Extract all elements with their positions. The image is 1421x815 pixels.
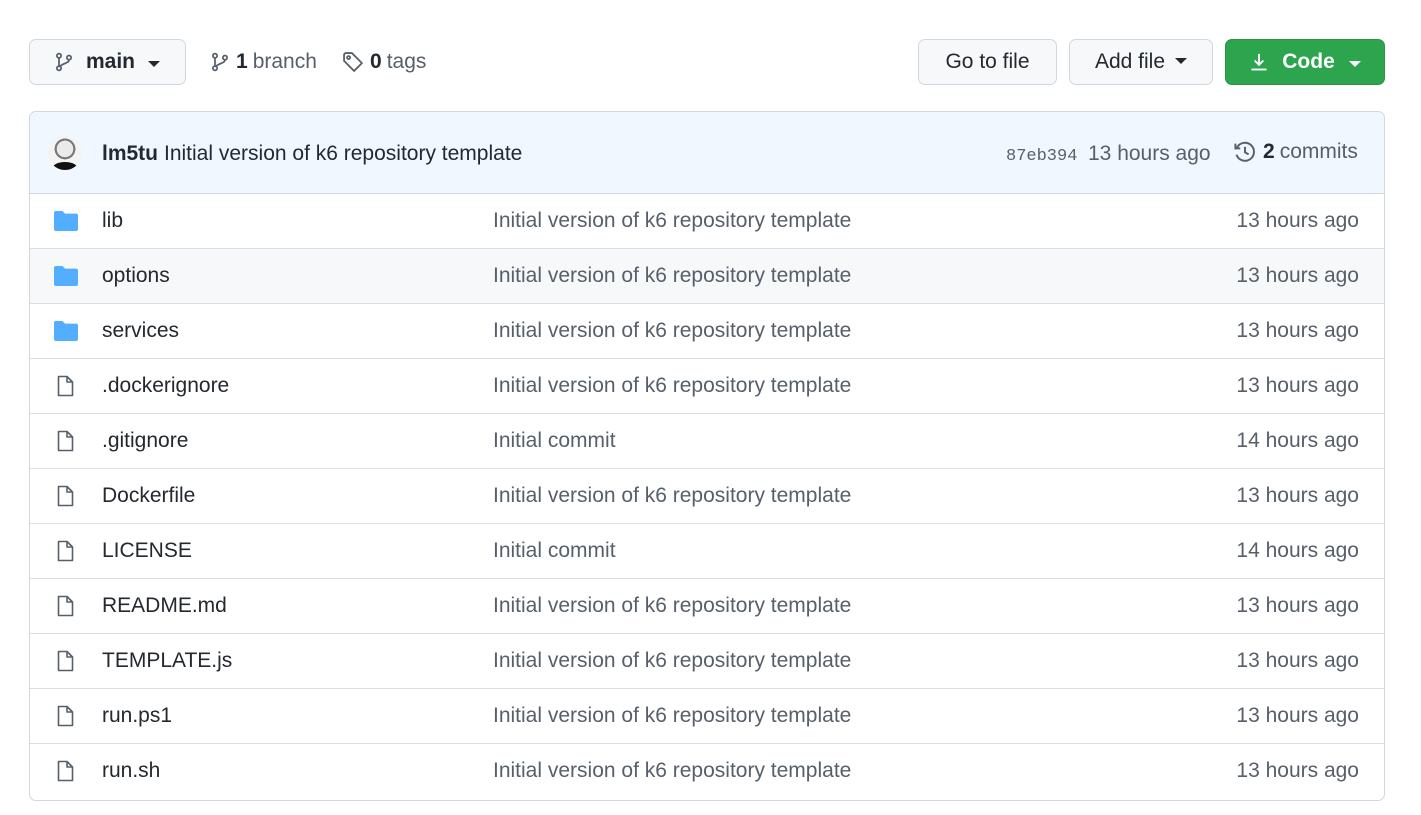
file-commit-message-link[interactable]: Initial version of k6 repository templat… <box>493 649 851 673</box>
branches-count: 1 <box>236 50 248 73</box>
branches-link[interactable]: 1 branch <box>210 39 317 85</box>
file-icon <box>53 430 79 452</box>
file-name-link[interactable]: lib <box>102 209 123 233</box>
file-row[interactable]: run.sh Initial version of k6 repository t… <box>30 744 1384 799</box>
file-commit-message-link[interactable]: Initial version of k6 repository templat… <box>493 264 851 288</box>
file-commit-age: 13 hours ago <box>1236 319 1359 342</box>
file-commit-message-link[interactable]: Initial version of k6 repository templat… <box>493 759 851 783</box>
file-row[interactable]: run.ps1 Initial version of k6 repository … <box>30 689 1384 744</box>
file-row[interactable]: services Initial version of k6 repository… <box>30 304 1384 359</box>
file-commit-age: 13 hours ago <box>1236 759 1359 782</box>
file-icon <box>53 760 79 782</box>
file-commit-message-link[interactable]: Initial commit <box>493 539 616 563</box>
file-commit-message-link[interactable]: Initial version of k6 repository templat… <box>493 704 851 728</box>
file-commit-age: 13 hours ago <box>1236 594 1359 617</box>
file-commit-message-link[interactable]: Initial version of k6 repository templat… <box>493 319 851 343</box>
file-commit-message-link[interactable]: Initial version of k6 repository templat… <box>493 209 851 233</box>
repo-file-browser: main 1 branch 0 tags Go to file Add file… <box>0 0 1421 815</box>
commit-message-link[interactable]: Initial version of k6 repository templat… <box>164 142 522 166</box>
file-list-box: lm5tu Initial version of k6 repository t… <box>29 111 1385 801</box>
chevron-down-icon <box>148 60 161 67</box>
file-name-link[interactable]: LICENSE <box>102 539 192 563</box>
commits-label: commits <box>1279 140 1358 163</box>
add-file-button[interactable]: Add file <box>1069 39 1213 85</box>
file-row[interactable]: Dockerfile Initial version of k6 reposito… <box>30 469 1384 524</box>
file-name-link[interactable]: run.ps1 <box>102 704 172 728</box>
branch-select-button[interactable]: main <box>29 39 186 85</box>
file-row[interactable]: README.md Initial version of k6 repositor… <box>30 579 1384 634</box>
chevron-down-icon <box>1348 60 1361 67</box>
avatar-shirt <box>52 162 78 170</box>
commit-author-link[interactable]: lm5tu <box>102 142 158 166</box>
file-name-link[interactable]: .dockerignore <box>102 374 229 398</box>
avatar[interactable] <box>48 136 82 170</box>
download-icon <box>1251 53 1267 71</box>
file-icon <box>53 540 79 562</box>
file-row[interactable]: LICENSE Initial commit 14 hours ago <box>30 524 1384 579</box>
git-branch-icon <box>211 52 229 72</box>
file-commit-age: 13 hours ago <box>1236 649 1359 672</box>
file-commit-age: 14 hours ago <box>1236 539 1359 562</box>
file-commit-age: 13 hours ago <box>1236 264 1359 287</box>
file-row[interactable]: options Initial version of k6 repository … <box>30 249 1384 304</box>
file-row[interactable]: lib Initial version of k6 repository temp… <box>30 194 1384 249</box>
file-commit-age: 13 hours ago <box>1236 704 1359 727</box>
latest-commit-bar: lm5tu Initial version of k6 repository t… <box>30 112 1384 194</box>
folder-icon <box>53 210 79 232</box>
file-name-link[interactable]: run.sh <box>102 759 160 783</box>
file-commit-age: 14 hours ago <box>1236 429 1359 452</box>
file-row[interactable]: .gitignore Initial commit 14 hours ago <box>30 414 1384 469</box>
commits-history-link[interactable]: 2 commits <box>1233 140 1358 164</box>
tags-link[interactable]: 0 tags <box>342 39 426 85</box>
code-label: Code <box>1282 50 1335 73</box>
file-commit-message-link[interactable]: Initial version of k6 repository templat… <box>493 594 851 618</box>
folder-icon <box>53 320 79 342</box>
git-branch-icon <box>55 52 73 72</box>
file-icon <box>53 485 79 507</box>
file-commit-age: 13 hours ago <box>1236 484 1359 507</box>
file-icon <box>53 705 79 727</box>
tags-count: 0 <box>370 50 382 73</box>
file-commit-message-link[interactable]: Initial commit <box>493 429 616 453</box>
commit-time: 13 hours ago <box>1088 142 1211 165</box>
file-commit-message-link[interactable]: Initial version of k6 repository templat… <box>493 484 851 508</box>
branch-label: main <box>86 50 136 73</box>
file-icon <box>53 375 79 397</box>
repo-toolbar: main 1 branch 0 tags Go to file Add file… <box>29 39 1385 87</box>
file-name-link[interactable]: .gitignore <box>102 429 188 453</box>
file-rows: lib Initial version of k6 repository temp… <box>30 194 1384 799</box>
chevron-down-icon <box>1175 58 1188 64</box>
file-name-link[interactable]: services <box>102 319 179 343</box>
file-name-link[interactable]: options <box>102 264 170 288</box>
file-icon <box>53 650 79 672</box>
go-to-file-button[interactable]: Go to file <box>918 39 1057 85</box>
file-commit-age: 13 hours ago <box>1236 209 1359 232</box>
folder-icon <box>53 265 79 287</box>
commits-count: 2 <box>1263 140 1275 163</box>
file-row[interactable]: .dockerignore Initial version of k6 repos… <box>30 359 1384 414</box>
file-row[interactable]: TEMPLATE.js Initial version of k6 reposit… <box>30 634 1384 689</box>
file-name-link[interactable]: Dockerfile <box>102 484 195 508</box>
file-icon <box>53 595 79 617</box>
file-name-link[interactable]: README.md <box>102 594 227 618</box>
file-name-link[interactable]: TEMPLATE.js <box>102 649 232 673</box>
add-file-label: Add file <box>1094 50 1166 73</box>
history-icon <box>1234 141 1255 162</box>
tags-label: tags <box>386 50 427 73</box>
tag-icon <box>343 52 363 72</box>
branches-label: branch <box>252 50 317 73</box>
file-commit-message-link[interactable]: Initial version of k6 repository templat… <box>493 374 851 398</box>
file-commit-age: 13 hours ago <box>1236 374 1359 397</box>
code-button[interactable]: Code <box>1225 39 1385 85</box>
commit-sha-link[interactable]: 87eb394 <box>1006 147 1077 166</box>
